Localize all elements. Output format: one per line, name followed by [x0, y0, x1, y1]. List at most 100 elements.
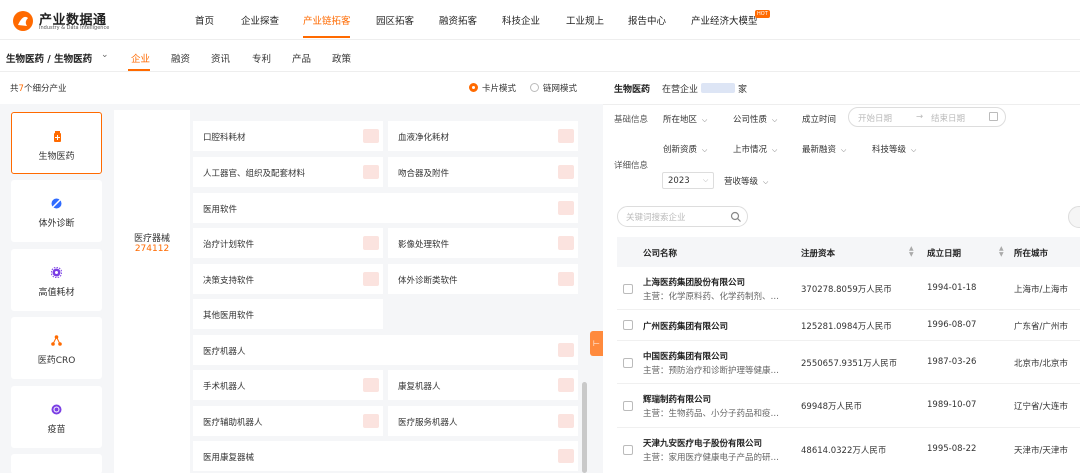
col-founded-date[interactable]: 成立日期: [927, 247, 961, 259]
company-founded: 1987-03-26: [927, 357, 977, 367]
company-name-link[interactable]: 中国医药集团有限公司: [643, 350, 728, 362]
nav-industrial-scale[interactable]: 工业规上: [566, 13, 604, 27]
tab-patents[interactable]: 专利: [252, 51, 271, 65]
company-city: 北京市/北京市: [1014, 359, 1068, 369]
subsegment-cell[interactable]: 医疗辅助机器人: [193, 406, 383, 436]
subsegment-cell[interactable]: 康复机器人: [388, 370, 578, 400]
nav-tech-enterprises[interactable]: 科技企业: [502, 13, 540, 27]
qualification-dropdown[interactable]: 创新资质 ⌵: [663, 143, 707, 155]
start-date-input[interactable]: 开始日期: [858, 112, 892, 124]
company-city: 天津市/天津市: [1014, 446, 1068, 456]
subsegment-cell[interactable]: 影像处理软件: [388, 228, 578, 258]
subsegment-cell[interactable]: 人工器官、组织及配套材料: [193, 157, 383, 187]
table-row[interactable]: 广州医药集团有限公司 125281.0984万人民币 1996-08-07 广东…: [617, 310, 1080, 341]
sort-icon[interactable]: ▲ ▼: [999, 246, 1004, 258]
logo[interactable]: 产业数据通 Industry & Data Intelligence: [12, 8, 132, 34]
company-name-link[interactable]: 广州医药集团有限公司: [643, 320, 728, 332]
segment-name: 医疗器械: [133, 234, 170, 244]
consumables-icon: [51, 267, 62, 278]
nav-home[interactable]: 首页: [195, 13, 214, 27]
nav-report-center[interactable]: 报告中心: [628, 13, 666, 27]
category-card-biomedicine[interactable]: 生物医药: [11, 112, 102, 174]
count-badge: [363, 236, 379, 250]
segment-column[interactable]: 医疗器械 274112: [114, 110, 190, 473]
financing-dropdown[interactable]: 最新融资 ⌵: [802, 143, 846, 155]
count-badge: [558, 236, 574, 250]
vaccine-icon: [51, 404, 62, 415]
detail-info-label: 详细信息: [614, 161, 649, 171]
listing-dropdown[interactable]: 上市情况 ⌵: [733, 143, 777, 155]
chevron-down-icon[interactable]: ⌄: [101, 50, 109, 60]
tab-policy[interactable]: 政策: [332, 51, 351, 65]
category-card-consumables[interactable]: 高值耗材: [11, 249, 102, 311]
date-range-picker[interactable]: 开始日期 → 结束日期: [848, 107, 1006, 127]
subsegment-cell[interactable]: 吻合器及附件: [388, 157, 578, 187]
subsegment-cell[interactable]: 口腔科耗材: [193, 121, 383, 151]
chain-mode-radio[interactable]: 链网模式: [530, 82, 577, 94]
company-city: 辽宁省/大连市: [1014, 402, 1068, 412]
subsegment-cell[interactable]: 治疗计划软件: [193, 228, 383, 258]
category-card-cro[interactable]: 医药CRO: [11, 317, 102, 379]
nav-park-prospecting[interactable]: 园区拓客: [376, 13, 414, 27]
company-search-input[interactable]: 关键词搜索企业: [617, 206, 748, 227]
row-checkbox[interactable]: [623, 401, 633, 411]
company-capital: 2550657.9351万人民币: [801, 359, 898, 369]
subsegment-cell[interactable]: 决策支持软件: [193, 264, 383, 294]
company-name-link[interactable]: 天津九安医疗电子股份有限公司: [643, 437, 762, 449]
search-icon: [730, 211, 741, 222]
company-city: 上海市/上海市: [1014, 285, 1068, 295]
count-badge: [363, 129, 379, 143]
subsegment-cell[interactable]: 其他医用软件: [193, 299, 383, 329]
nav-economic-model[interactable]: 产业经济大模型: [691, 13, 758, 27]
row-checkbox[interactable]: [623, 320, 633, 330]
collapse-panel-button[interactable]: ⊢: [590, 331, 603, 356]
subsegment-cell[interactable]: 医用软件: [193, 193, 578, 223]
table-row[interactable]: 天津九安医疗电子股份有限公司 主营：家用医疗健康电子产品的研… 48614.03…: [617, 428, 1080, 473]
tab-financing[interactable]: 融资: [171, 51, 190, 65]
company-name-link[interactable]: 辉瑞制药有限公司: [643, 393, 711, 405]
nav-financing-prospecting[interactable]: 融资拓客: [439, 13, 477, 27]
subsegment-cell[interactable]: 医疗机器人: [193, 335, 578, 365]
company-type-dropdown[interactable]: 公司性质 ⌵: [733, 113, 777, 125]
year-select[interactable]: 2023 ⌵: [662, 172, 714, 189]
count-badge: [558, 272, 574, 286]
card-mode-radio[interactable]: 卡片模式: [469, 82, 516, 94]
row-checkbox[interactable]: [623, 445, 633, 455]
subsegment-cell[interactable]: 手术机器人: [193, 370, 383, 400]
export-button[interactable]: [1068, 206, 1080, 228]
row-checkbox[interactable]: [623, 284, 633, 294]
row-checkbox[interactable]: [623, 358, 633, 368]
nav-enterprise-explore[interactable]: 企业探查: [241, 13, 279, 27]
diagnosis-icon: [51, 198, 62, 209]
top-navbar: 产业数据通 Industry & Data Intelligence 首页 企业…: [0, 0, 1080, 40]
category-card-vaccine[interactable]: 疫苗: [11, 386, 102, 448]
col-company-name[interactable]: 公司名称: [643, 247, 677, 259]
table-row[interactable]: 上海医药集团股份有限公司 主营：化学原料药、化学药制剂、… 370278.805…: [617, 267, 1080, 310]
subsegment-cell[interactable]: 医疗服务机器人: [388, 406, 578, 436]
medicine-bottle-icon: [54, 131, 61, 142]
revenue-level-dropdown[interactable]: 营收等级 ⌵: [724, 175, 768, 187]
divider: [603, 104, 1080, 105]
nav-chain-prospecting[interactable]: 产业链拓客: [303, 13, 351, 27]
tab-news[interactable]: 资讯: [211, 51, 230, 65]
col-registered-capital[interactable]: 注册资本: [801, 247, 835, 259]
scrollbar-thumb[interactable]: [582, 382, 587, 473]
category-card-ivd[interactable]: 体外诊断: [11, 180, 102, 242]
table-row[interactable]: 辉瑞制药有限公司 主营：生物药品、小分子药品和疫… 69948万人民币 1989…: [617, 384, 1080, 428]
tab-enterprise[interactable]: 企业: [131, 51, 150, 65]
company-founded: 1989-10-07: [927, 400, 977, 410]
company-name-link[interactable]: 上海医药集团股份有限公司: [643, 276, 745, 288]
tab-products[interactable]: 产品: [292, 51, 311, 65]
count-badge: [558, 201, 574, 215]
table-row[interactable]: 中国医药集团有限公司 主营：预防治疗和诊断护理等健康… 2550657.9351…: [617, 341, 1080, 384]
breadcrumb[interactable]: 生物医药 / 生物医药: [6, 51, 92, 65]
subsegment-cell[interactable]: 体外诊断类软件: [388, 264, 578, 294]
end-date-input[interactable]: 结束日期: [931, 112, 965, 124]
region-dropdown[interactable]: 所在地区 ⌵: [663, 113, 707, 125]
tech-level-dropdown[interactable]: 科技等级 ⌵: [872, 143, 916, 155]
col-city[interactable]: 所在城市: [1014, 247, 1048, 259]
sort-icon[interactable]: ▲ ▼: [909, 246, 914, 258]
subsegment-cell[interactable]: 医用康复器械: [193, 441, 578, 471]
category-card-more[interactable]: [11, 454, 102, 473]
subsegment-cell[interactable]: 血液净化耗材: [388, 121, 578, 151]
